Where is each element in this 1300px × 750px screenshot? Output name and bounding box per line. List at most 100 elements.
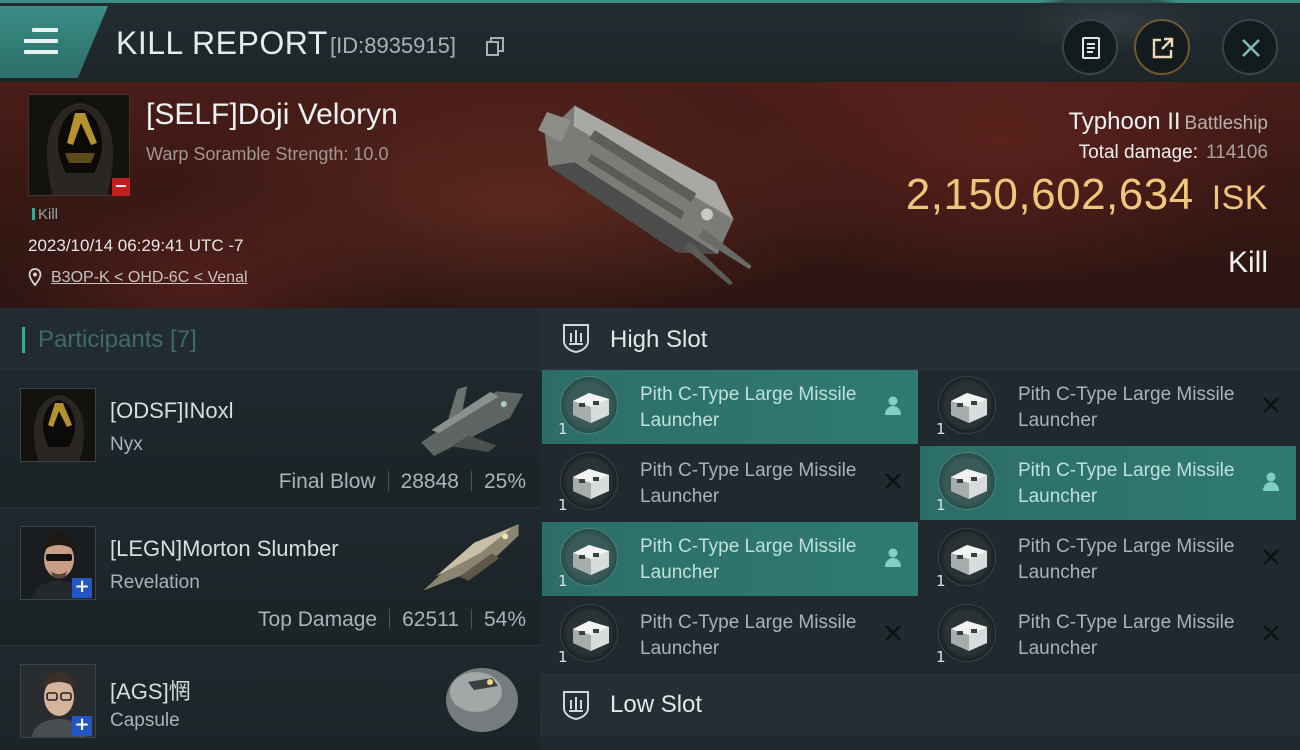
module-slot[interactable]: 1 Pith C-Type Large Missile Launcher	[920, 522, 1296, 596]
victim-name[interactable]: [SELF]Doji Veloryn	[146, 98, 398, 132]
participant-ship: Capsule	[110, 710, 180, 731]
x-mark-icon	[1263, 549, 1279, 565]
participant-row[interactable]: [ODSF]INoxl Nyx Final Blow 28848 25%	[0, 370, 540, 508]
person-icon	[885, 548, 901, 567]
participant-name: [AGS]惘	[110, 679, 191, 704]
total-damage-value: 114106	[1206, 142, 1268, 163]
location-pin-icon	[28, 268, 42, 286]
module-quantity: 1	[558, 572, 568, 590]
corp-plus-badge: +	[72, 716, 92, 736]
clipboard-button[interactable]	[1062, 19, 1118, 75]
stat-damage: 28848	[400, 470, 459, 493]
participant-row[interactable]: + [LEGN]Morton Slumber Revelation Top Da…	[0, 508, 540, 646]
module-name: Pith C-Type Large Missile Launcher	[640, 536, 857, 583]
participants-title: Participants [7]	[38, 326, 197, 353]
victim-banner: − [SELF]Doji Veloryn Warp Soramble Stren…	[0, 82, 1300, 308]
accent-bar	[22, 327, 25, 353]
kill-tag: Kill	[32, 206, 58, 223]
hooded-pilot-portrait	[21, 389, 95, 461]
missile-launcher-icon	[560, 376, 618, 434]
module-quantity: 1	[936, 648, 946, 666]
missile-launcher-icon	[938, 376, 996, 434]
low-slot-row-partial	[540, 736, 1300, 750]
stat-label: Top Damage	[258, 608, 378, 631]
module-quantity: 1	[936, 572, 946, 590]
divider	[470, 471, 472, 491]
x-mark-icon	[885, 625, 901, 641]
person-icon	[1263, 472, 1279, 491]
missile-launcher-icon	[560, 528, 618, 586]
module-name: Pith C-Type Large Missile Launcher	[1018, 384, 1235, 431]
isk-amount: 2,150,602,634	[905, 170, 1194, 219]
missile-launcher-icon	[938, 452, 996, 510]
divider	[387, 471, 389, 491]
module-slot[interactable]: 1 Pith C-Type Large Missile Launcher	[542, 522, 918, 596]
victim-ship-image	[538, 105, 752, 286]
victim-ship-type: Typhoon II Battleship	[1068, 108, 1268, 136]
divider	[470, 609, 472, 629]
module-slot[interactable]: 1 Pith C-Type Large Missile Launcher	[542, 446, 918, 520]
total-damage: Total damage: 114106	[1079, 142, 1268, 164]
high-slot-title: High Slot	[610, 326, 708, 353]
high-slot-header: High Slot	[540, 308, 1300, 370]
module-quantity: 1	[558, 496, 568, 514]
copy-icon[interactable]	[486, 37, 504, 57]
x-mark-icon	[885, 473, 901, 489]
divider	[389, 609, 391, 629]
low-slot-title: Low Slot	[610, 691, 703, 718]
stat-percent: 54%	[483, 608, 526, 631]
module-name: Pith C-Type Large Missile Launcher	[640, 612, 857, 659]
low-slot-icon	[563, 691, 589, 721]
participant-name: [LEGN]Morton Slumber	[110, 536, 339, 561]
top-bar: KILL REPORT [ID:8935915]	[0, 0, 1300, 82]
participant-avatar[interactable]	[20, 388, 96, 462]
fitting-panel: High Slot 1 Pith C-Type Large Missile Lau…	[540, 308, 1300, 750]
close-icon	[1242, 39, 1260, 57]
participant-ship: Revelation	[110, 572, 200, 593]
participant-stats: Top Damage 62511 54%	[258, 608, 526, 632]
ship-capsule-image	[446, 668, 518, 732]
module-name: Pith C-Type Large Missile Launcher	[1018, 536, 1235, 583]
report-id: [ID:8935915]	[330, 33, 456, 58]
module-name: Pith C-Type Large Missile Launcher	[1018, 612, 1235, 659]
stat-damage: 62511	[402, 608, 459, 631]
x-mark-icon	[1263, 397, 1279, 413]
total-damage-label: Total damage:	[1078, 142, 1198, 163]
victim-subtitle: Warp Soramble Strength: 10.0	[146, 144, 389, 164]
close-button[interactable]	[1222, 19, 1278, 75]
high-slot-icon	[563, 324, 589, 354]
stat-percent: 25%	[483, 470, 526, 493]
module-slot[interactable]: 1 Pith C-Type Large Missile Launcher	[542, 370, 918, 444]
missile-launcher-icon	[938, 528, 996, 586]
module-slot[interactable]: 1 Pith C-Type Large Missile Launcher	[920, 446, 1296, 520]
missile-launcher-icon	[560, 604, 618, 662]
missile-launcher-icon	[938, 604, 996, 662]
isk-unit: ISK	[1211, 179, 1268, 217]
isk-value: 2,150,602,634 ISK	[906, 170, 1268, 220]
hamburger-menu-icon	[24, 28, 58, 61]
kill-timestamp: 2023/10/14 06:29:41 UTC -7	[28, 236, 244, 255]
x-mark-icon	[1263, 625, 1279, 641]
participants-header[interactable]: Participants [7]	[0, 308, 540, 370]
location-link[interactable]: B3OP-K < OHD-6C < Venal	[51, 269, 248, 287]
person-icon	[885, 396, 901, 415]
module-name: Pith C-Type Large Missile Launcher	[640, 384, 857, 431]
hostile-badge: −	[112, 178, 130, 196]
corp-plus-badge: +	[72, 578, 92, 598]
module-slot[interactable]: 1 Pith C-Type Large Missile Launcher	[920, 370, 1296, 444]
module-slot[interactable]: 1 Pith C-Type Large Missile Launcher	[542, 598, 918, 672]
share-icon	[1152, 37, 1174, 59]
participants-panel: Participants [7] [ODSF]INoxl Nyx Final B…	[0, 308, 540, 750]
module-slot[interactable]: 1 Pith C-Type Large Missile Launcher	[920, 598, 1296, 672]
kill-result: Kill	[1227, 246, 1268, 279]
menu-button[interactable]	[0, 6, 108, 78]
module-name: Pith C-Type Large Missile Launcher	[1018, 460, 1235, 507]
share-button[interactable]	[1134, 19, 1190, 75]
high-slot-grid: 1 Pith C-Type Large Missile Launcher 1 Pith…	[540, 370, 1300, 674]
missile-launcher-icon	[560, 452, 618, 510]
stat-label: Final Blow	[278, 470, 376, 493]
page-title: KILL REPORT	[116, 25, 328, 61]
module-quantity: 1	[558, 420, 568, 438]
participant-ship: Nyx	[110, 434, 143, 455]
participant-row[interactable]: + [AGS]惘 Capsule	[0, 646, 540, 750]
